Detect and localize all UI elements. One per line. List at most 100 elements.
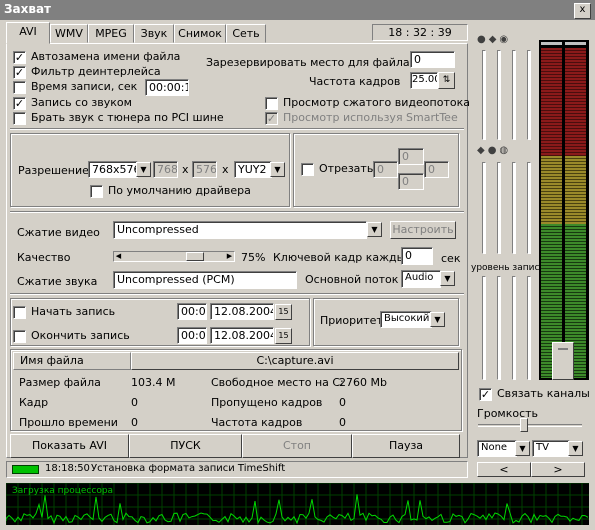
resolution-label: Разрешение [18,164,89,177]
preview-smarttee-checkbox[interactable]: ✓ [265,112,278,125]
prev-button[interactable]: < [477,462,531,477]
meter-yellow-zone [565,156,586,224]
tab-label: MPEG [95,27,127,40]
tab-mpeg[interactable]: MPEG [88,24,134,43]
end-calendar-button[interactable]: 15 [275,328,292,344]
filename-button[interactable]: C:\capture.avi [131,352,459,370]
calendar-icon: 15 [278,331,289,340]
format-dropdown-button[interactable]: ▼ [270,162,285,177]
resolution-select[interactable]: 768x576 [88,161,138,178]
level-slider-8[interactable] [527,162,531,254]
codec-dropdown-button[interactable]: ▼ [367,222,382,237]
crop-bottom-input[interactable]: 0 [398,173,424,190]
window-title: Захват [4,2,52,16]
stop-button[interactable]: Стоп [242,434,352,458]
width-input[interactable]: 768 [153,161,178,178]
arrow-left-icon: ◀ [115,252,122,260]
next-button[interactable]: > [531,462,585,477]
left-source-select[interactable]: None [477,440,517,457]
tuner-audio-checkbox[interactable] [13,112,26,125]
status-led-icon [12,465,39,474]
end-date-input[interactable]: 12.08.2004 [210,327,274,344]
height-input[interactable]: 576 [192,161,217,178]
rec-slider-3[interactable] [512,276,516,380]
rec-slider-1[interactable] [482,276,486,380]
record-time-input[interactable]: 00:00:10 [145,79,189,96]
playback-source-icons: ◆●◍ [477,145,537,157]
stream-dropdown-button[interactable]: ▼ [440,271,455,286]
level-slider-1[interactable] [482,50,486,140]
preview-compressed-checkbox[interactable] [265,97,278,110]
tab-label: Звук [140,27,168,40]
start-date-input[interactable]: 12.08.2004 [210,303,274,320]
start-time-input[interactable]: 00:00 [177,303,207,320]
close-button[interactable]: x [574,3,591,19]
reserve-input[interactable]: 0 [410,51,455,68]
crop-top-input[interactable]: 0 [398,148,424,165]
pause-button[interactable]: Пауза [352,434,460,458]
status-bar: 18:18:50 Установка формата записи TimeSh… [6,461,468,478]
tab-avi[interactable]: AVI [6,22,50,44]
driver-default-checkbox[interactable] [90,185,103,198]
color-format-select[interactable]: YUY2 [234,161,272,178]
level-slider-3[interactable] [512,50,516,140]
video-codec-select[interactable]: Uncompressed [113,221,367,239]
priority-dropdown-button[interactable]: ▼ [430,312,445,327]
right-source-select[interactable]: TV [532,440,570,457]
resolution-dropdown-button[interactable]: ▼ [136,162,151,177]
filesize-value: 103.4 M [131,376,176,389]
start-calendar-button[interactable]: 15 [275,304,292,320]
level-slider-7[interactable] [512,162,516,254]
crop-checkbox[interactable] [301,163,314,176]
rec-slider-2[interactable] [497,276,501,380]
priority-select[interactable]: Высокий [380,311,432,328]
end-time-input[interactable]: 00:00 [177,327,207,344]
auto-rename-checkbox[interactable]: ✓ [13,51,26,64]
keyframe-input[interactable]: 0 [401,247,433,265]
crop-right-input[interactable]: 0 [424,161,449,178]
updown-icon: ⇅ [442,75,451,85]
tab-network[interactable]: Сеть [226,24,266,43]
rec-slider-4[interactable] [527,276,531,380]
title-bar: Захват x [0,0,595,20]
status-message: Установка формата записи TimeShift [91,463,286,474]
audio-codec-field[interactable]: Uncompressed (PCM) [113,271,297,289]
crop-left-input[interactable]: 0 [373,161,398,178]
level-slider-4[interactable] [527,50,531,140]
tab-audio[interactable]: Звук [134,24,174,43]
divider [10,211,464,213]
right-source-dropdown-button[interactable]: ▼ [568,441,583,456]
quality-slider[interactable]: ◀ ▶ [113,251,235,262]
start-button[interactable]: ПУСК [129,434,242,458]
filename-label: Имя файла [13,352,131,370]
record-time-checkbox[interactable] [13,81,26,94]
deinterlace-label: Фильтр деинтерлейса [31,65,161,78]
left-source-dropdown-button[interactable]: ▼ [515,441,530,456]
record-audio-checkbox[interactable]: ✓ [13,97,26,110]
show-avi-button[interactable]: Показать AVI [10,434,129,458]
framerate-stepper[interactable]: ⇅ [438,72,455,89]
chevron-down-icon: ▼ [519,444,526,453]
link-channels-checkbox[interactable]: ✓ [479,388,492,401]
tab-label: AVI [19,25,37,38]
cpu-load-graph: Загрузка процессора [6,483,589,525]
main-stream-select[interactable]: Audio [401,270,441,288]
level-slider-5[interactable] [482,162,486,254]
auto-rename-label: Автозамена имени файла [31,50,181,63]
clock-text: 18 : 32 : 39 [388,26,452,39]
volume-slider[interactable] [478,418,582,432]
volume-thumb[interactable] [520,418,528,432]
framerate-input[interactable]: 25.00 [410,72,438,89]
configure-button[interactable]: Настроить [390,221,456,239]
deinterlace-checkbox[interactable]: ✓ [13,66,26,79]
tab-snapshot[interactable]: Снимок [174,24,226,43]
start-record-checkbox[interactable] [13,306,26,319]
slider-thumb[interactable] [186,252,204,261]
grip-icon [558,348,568,350]
speaker-icon: ◆●◍ [477,145,512,156]
level-slider-2[interactable] [497,50,501,140]
master-slider-thumb[interactable] [552,342,574,380]
level-slider-6[interactable] [497,162,501,254]
end-record-checkbox[interactable] [13,330,26,343]
tab-wmv[interactable]: WMV [50,24,88,43]
